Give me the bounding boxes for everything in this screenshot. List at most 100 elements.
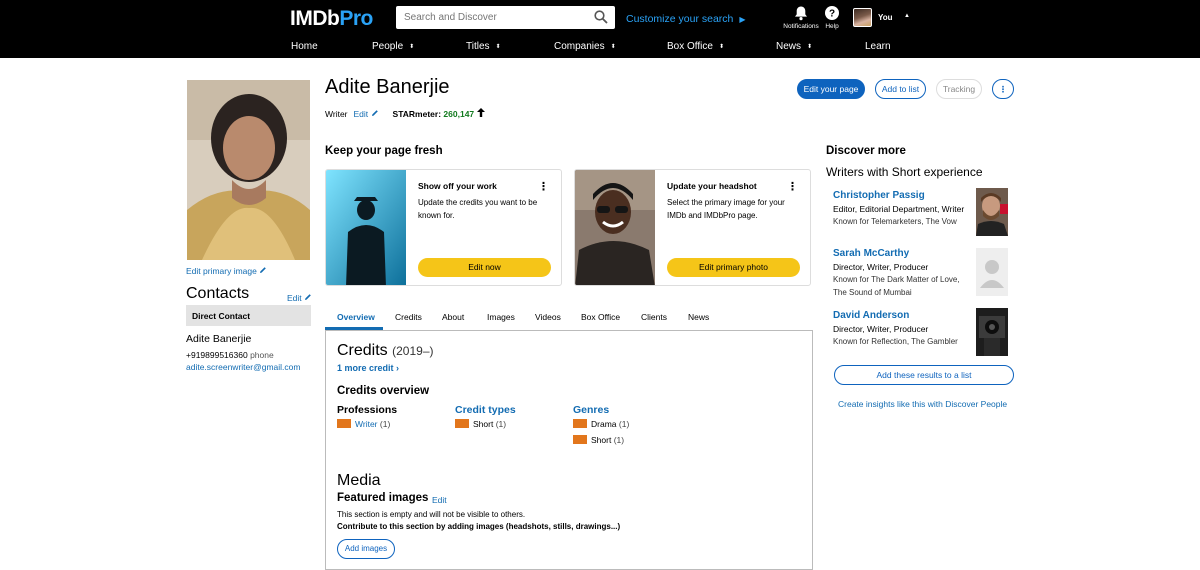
card-menu-icon[interactable]: ⋮ <box>538 180 549 193</box>
user-placeholder-icon <box>976 248 1008 296</box>
user-menu-label[interactable]: You <box>878 13 893 22</box>
card-description: Update the credits you want to be known … <box>418 198 538 220</box>
sort-caret-icon: ⬍ <box>718 44 724 50</box>
profile-subline: Writer Edit STARmeter: 260,147 <box>325 108 485 119</box>
profile-name: Adite Banerjie <box>325 76 450 98</box>
genres-link[interactable]: Genres <box>573 404 609 416</box>
credit-type-count: (1) <box>495 419 507 429</box>
customize-search-link[interactable]: Customize your search ▶ <box>626 13 746 25</box>
nav-box-office[interactable]: Box Office ⬍ <box>667 41 724 52</box>
card-title: Show off your work <box>418 181 497 191</box>
notifications-label: Notifications <box>783 23 819 30</box>
sort-caret-icon: ⬍ <box>495 44 501 50</box>
more-options-button[interactable]: ⋮ <box>992 79 1014 99</box>
tab-news[interactable]: News <box>688 312 709 322</box>
contact-email-link[interactable]: adite.screenwriter@gmail.com <box>186 362 300 372</box>
nav-learn[interactable]: Learn <box>865 41 891 52</box>
nav-label: Learn <box>865 41 891 52</box>
contacts-edit-link[interactable]: Edit <box>287 293 312 303</box>
sort-caret-icon: ⬍ <box>409 44 415 50</box>
tab-overview[interactable]: Overview <box>337 312 375 322</box>
person-thumbnail[interactable] <box>976 188 1008 236</box>
search-input[interactable] <box>396 6 586 29</box>
add-to-list-button[interactable]: Add to list <box>875 79 926 99</box>
card-description: Select the primary image for your IMDb a… <box>667 198 785 220</box>
credit-types-link[interactable]: Credit types <box>455 404 516 416</box>
orange-bar-swatch <box>573 435 587 444</box>
featured-images-edit-link[interactable]: Edit <box>432 495 447 505</box>
tab-box-office[interactable]: Box Office <box>581 312 620 322</box>
profession-link[interactable]: Writer <box>355 419 378 429</box>
nav-label: Titles <box>466 41 490 52</box>
performer-silhouette-image <box>326 170 406 285</box>
contacts-edit-label: Edit <box>287 293 302 303</box>
contribute-note: Contribute to this section by adding ima… <box>337 522 621 531</box>
svg-text:?: ? <box>829 9 835 20</box>
nav-label: News <box>776 41 802 52</box>
edit-primary-image-link[interactable]: Edit primary image <box>186 266 267 276</box>
more-credit-link[interactable]: 1 more credit › <box>337 363 399 373</box>
edit-now-button[interactable]: Edit now <box>418 258 551 277</box>
pencil-icon <box>305 294 311 300</box>
help-icon: ? <box>825 6 839 20</box>
search-icon[interactable] <box>594 10 608 24</box>
professions-heading: Professions <box>337 404 398 416</box>
genre-row: Short (1) <box>573 435 624 445</box>
person-thumbnail[interactable] <box>976 308 1008 356</box>
nav-news[interactable]: News ⬍ <box>776 41 812 52</box>
pencil-icon <box>371 110 378 116</box>
role-edit-label: Edit <box>353 109 369 119</box>
logo-text-pro: Pro <box>339 7 373 30</box>
nav-titles[interactable]: Titles ⬍ <box>466 41 501 52</box>
credits-title: Credits <box>337 342 388 359</box>
credits-years: (2019–) <box>392 344 434 358</box>
nav-people[interactable]: People ⬍ <box>372 41 414 52</box>
discover-more-heading: Discover more <box>826 145 906 157</box>
edit-your-page-button[interactable]: Edit your page <box>797 79 865 99</box>
role-edit-link[interactable]: Edit <box>354 109 379 119</box>
add-results-to-list-button[interactable]: Add these results to a list <box>834 365 1014 385</box>
orange-bar-swatch <box>337 419 351 428</box>
main-nav: Home People ⬍ Titles ⬍ Companies ⬍ Box Offi… <box>0 41 1200 55</box>
sort-caret-icon: ⬍ <box>807 44 813 50</box>
empty-section-note: This section is empty and will not be vi… <box>337 510 526 519</box>
user-menu-caret-icon[interactable]: ▲ <box>904 13 910 19</box>
profile-headshot[interactable] <box>187 80 310 260</box>
nav-companies[interactable]: Companies ⬍ <box>554 41 616 52</box>
show-off-work-card: Show off your work ⋮ Update the credits … <box>325 169 562 286</box>
notifications-button[interactable]: Notifications <box>783 5 819 30</box>
nav-label: People <box>372 41 404 52</box>
credits-overview-heading: Credits overview <box>337 385 430 397</box>
genre-label: Drama <box>591 419 617 429</box>
nav-home[interactable]: Home <box>291 41 318 52</box>
help-button[interactable]: ? Help <box>822 5 842 30</box>
person-placeholder-thumbnail[interactable] <box>976 248 1008 296</box>
imdbpro-logo[interactable]: IMDbPro <box>290 7 373 31</box>
card-menu-icon[interactable]: ⋮ <box>787 180 798 193</box>
tab-credits[interactable]: Credits <box>395 312 422 322</box>
edit-primary-photo-button[interactable]: Edit primary photo <box>667 258 800 277</box>
edit-primary-image-label: Edit primary image <box>186 266 257 276</box>
featured-images-heading: Featured images <box>337 492 429 504</box>
smiling-man-image <box>575 170 655 285</box>
keep-fresh-heading: Keep your page fresh <box>325 145 443 157</box>
orange-bar-swatch <box>573 419 587 428</box>
sort-caret-icon: ⬍ <box>610 44 616 50</box>
credits-heading: Credits (2019–) <box>337 342 434 360</box>
tab-videos[interactable]: Videos <box>535 312 561 322</box>
add-images-button[interactable]: Add images <box>337 539 395 559</box>
genre-label: Short <box>591 435 612 445</box>
tab-clients[interactable]: Clients <box>641 312 667 322</box>
direct-contact-header: Direct Contact <box>186 305 311 326</box>
profile-tabs: Overview Credits About Images Videos Box… <box>325 305 812 330</box>
phone-number: +919899516360 <box>186 350 248 360</box>
create-insights-link[interactable]: Create insights like this with Discover … <box>838 399 1007 409</box>
discover-subtitle: Writers with Short experience <box>826 165 983 179</box>
tracking-button[interactable]: Tracking <box>936 79 982 99</box>
update-headshot-card: Update your headshot ⋮ Select the primar… <box>574 169 811 286</box>
tab-images[interactable]: Images <box>487 312 515 322</box>
starmeter-label: STARmeter: <box>392 109 442 119</box>
orange-bar-swatch <box>455 419 469 428</box>
tab-about[interactable]: About <box>442 312 464 322</box>
user-avatar[interactable] <box>853 8 872 27</box>
